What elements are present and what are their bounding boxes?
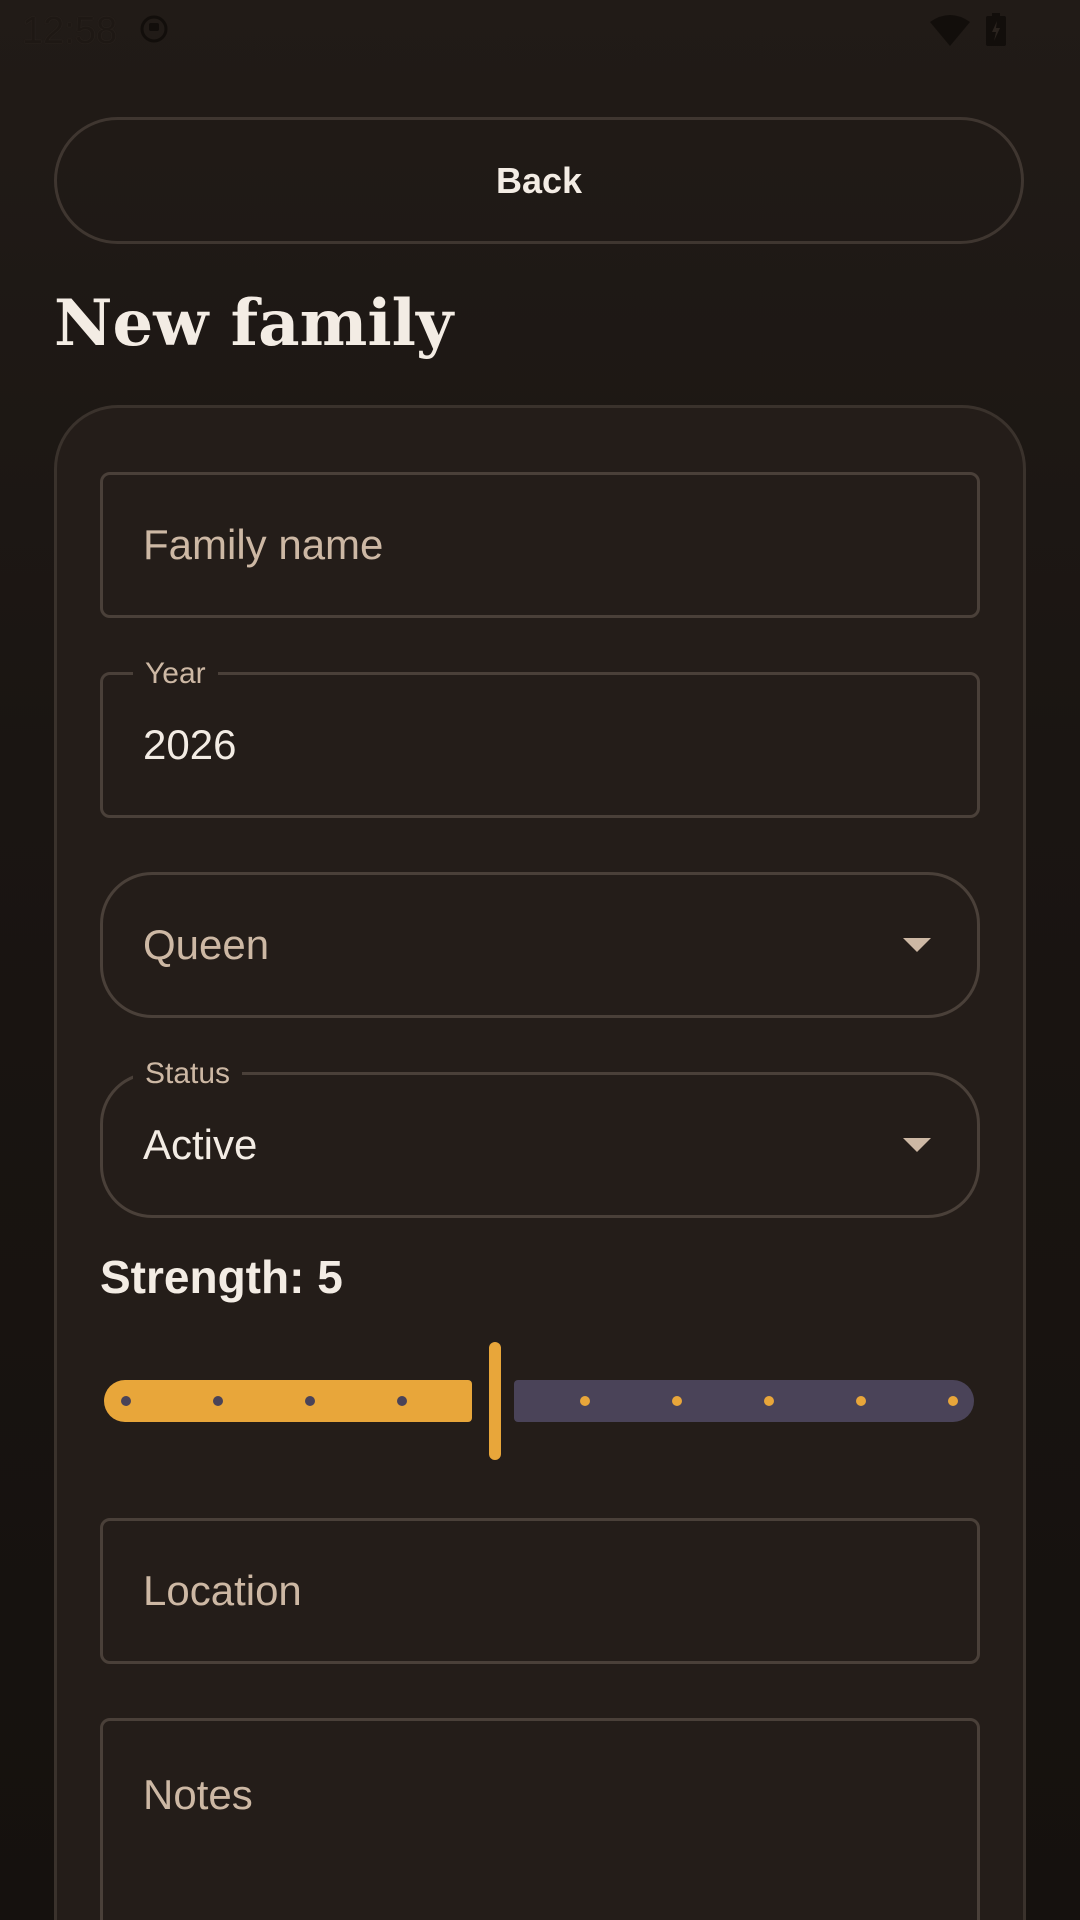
queen-placeholder: Queen — [143, 921, 270, 968]
page-title: New family — [54, 286, 454, 361]
status-time: 12:58 — [22, 10, 118, 52]
year-label: Year — [133, 657, 218, 691]
slider-tick — [764, 1396, 774, 1406]
slider-tick — [305, 1396, 315, 1406]
slider-thumb[interactable] — [489, 1342, 501, 1460]
family-name-placeholder: Family name — [143, 521, 384, 568]
year-value: 2026 — [143, 721, 237, 768]
battery-icon — [986, 13, 1006, 46]
family-name-input[interactable]: Family name — [100, 472, 980, 618]
status-label: Status — [133, 1057, 243, 1091]
chevron-down-icon — [903, 1138, 931, 1152]
chevron-down-icon — [903, 938, 931, 952]
status-dropdown[interactable]: Status Active — [100, 1057, 980, 1218]
slider-tick — [948, 1396, 958, 1406]
slider-tick — [580, 1396, 590, 1406]
slider-tick — [121, 1396, 131, 1406]
slider-tick — [672, 1396, 682, 1406]
notes-input[interactable]: Notes — [100, 1718, 980, 1920]
slider-tick — [397, 1396, 407, 1406]
year-input[interactable]: Year 2026 — [100, 657, 980, 818]
strength-label: Strength: 5 — [100, 1251, 343, 1303]
notification-icon — [140, 15, 168, 43]
location-placeholder: Location — [143, 1567, 302, 1614]
strength-slider[interactable] — [104, 1340, 976, 1462]
back-button[interactable]: Back — [54, 117, 1024, 244]
slider-tick — [213, 1396, 223, 1406]
wifi-icon — [930, 15, 970, 46]
slider-track-active — [104, 1380, 472, 1422]
location-input[interactable]: Location — [100, 1518, 980, 1664]
slider-tick — [856, 1396, 866, 1406]
status-value: Active — [143, 1121, 258, 1168]
queen-dropdown[interactable]: Queen — [100, 872, 980, 1018]
status-bar: 12:58 — [0, 0, 1080, 64]
notes-placeholder: Notes — [143, 1771, 253, 1818]
